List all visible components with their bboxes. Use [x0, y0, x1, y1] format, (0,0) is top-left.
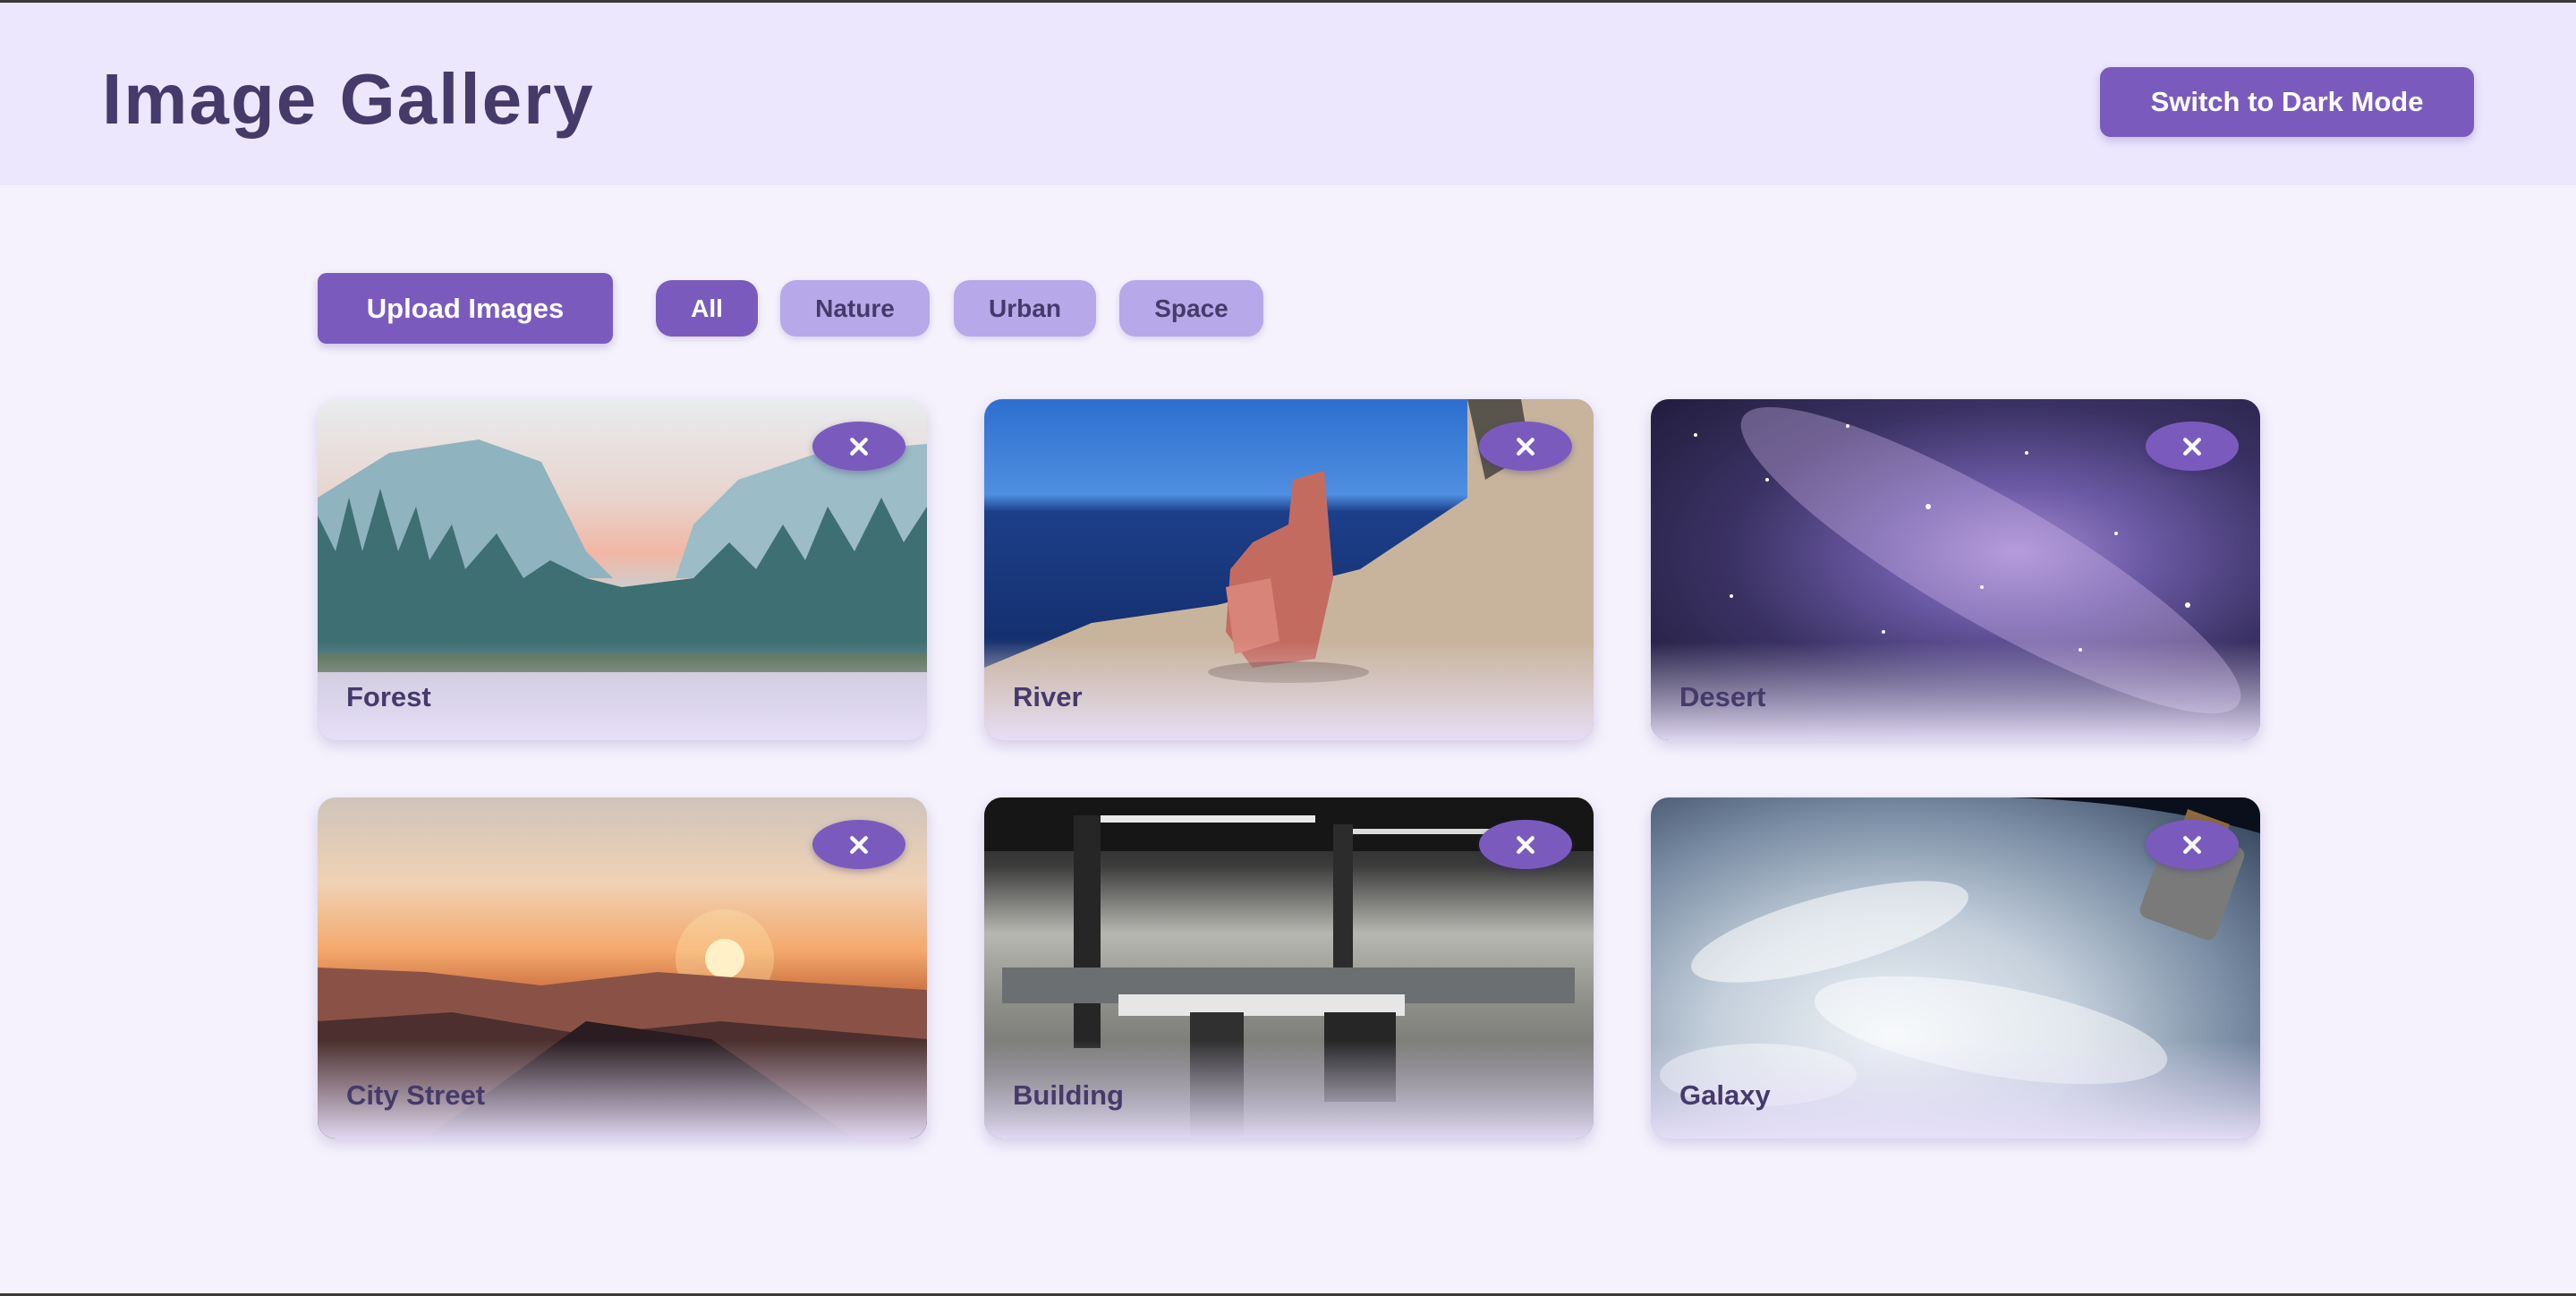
page-title: Image Gallery — [102, 59, 595, 139]
close-icon — [850, 437, 868, 456]
remove-image-button[interactable] — [812, 422, 905, 471]
remove-image-button[interactable] — [2146, 422, 2239, 471]
gallery-card[interactable]: Forest — [318, 399, 927, 740]
card-title: Building — [1013, 1079, 1124, 1111]
filter-all-button[interactable]: All — [656, 280, 758, 337]
upload-images-button[interactable]: Upload Images — [318, 273, 613, 344]
dark-mode-toggle-button[interactable]: Switch to Dark Mode — [2100, 67, 2474, 137]
gallery-card[interactable]: Desert — [1651, 399, 2260, 740]
close-icon — [1517, 437, 1535, 456]
card-title: Galaxy — [1679, 1079, 1771, 1111]
card-title: River — [1013, 681, 1083, 712]
close-icon — [1517, 835, 1535, 854]
card-title: Desert — [1679, 681, 1766, 712]
filter-space-button[interactable]: Space — [1119, 280, 1263, 337]
remove-image-button[interactable] — [1479, 820, 1572, 869]
card-title: Forest — [346, 681, 431, 712]
close-icon — [850, 835, 868, 854]
remove-image-button[interactable] — [2146, 820, 2239, 869]
filter-nature-button[interactable]: Nature — [780, 280, 930, 337]
remove-image-button[interactable] — [1479, 422, 1572, 471]
close-icon — [2183, 835, 2201, 854]
gallery-card[interactable]: River — [984, 399, 1594, 740]
gallery-card[interactable]: Galaxy — [1651, 797, 2260, 1138]
gallery-card[interactable]: Building — [984, 797, 1594, 1138]
page-header: Image Gallery Switch to Dark Mode — [0, 3, 2576, 185]
remove-image-button[interactable] — [812, 820, 905, 869]
close-icon — [2183, 437, 2201, 456]
image-grid: Forest River Desert City Street Building… — [318, 399, 2260, 1138]
gallery-card[interactable]: City Street — [318, 797, 927, 1138]
card-title: City Street — [346, 1079, 486, 1111]
filter-urban-button[interactable]: Urban — [954, 280, 1096, 337]
